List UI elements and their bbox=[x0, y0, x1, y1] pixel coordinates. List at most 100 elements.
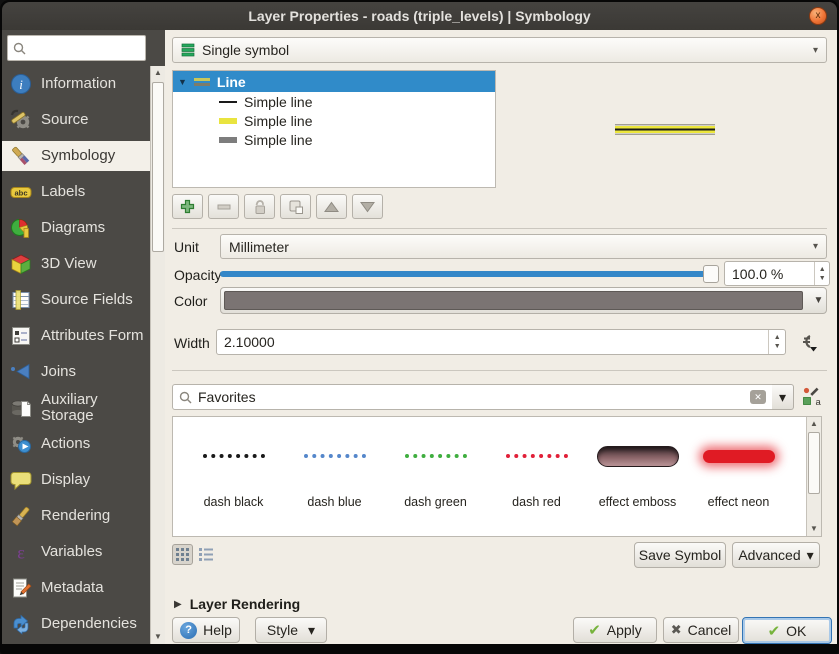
diagrams-icon bbox=[10, 217, 32, 239]
color-label: Color bbox=[174, 293, 207, 309]
help-button[interactable]: ? Help bbox=[172, 617, 240, 643]
sidebar-search-input[interactable] bbox=[30, 41, 135, 56]
sidebar-item-label: Display bbox=[41, 472, 90, 488]
actions-icon bbox=[10, 433, 32, 455]
sidebar-item-symbology[interactable]: Symbology bbox=[2, 141, 150, 171]
list-view-button[interactable] bbox=[195, 544, 216, 565]
scroll-up-icon[interactable]: ▲ bbox=[151, 66, 165, 80]
library-item-label: dash green bbox=[404, 495, 467, 509]
advanced-label: Advanced bbox=[738, 547, 800, 563]
unit-dropdown[interactable]: Millimeter ▾ bbox=[220, 234, 827, 259]
move-up-button[interactable] bbox=[316, 194, 347, 219]
scroll-up-icon[interactable]: ▲ bbox=[807, 417, 821, 431]
layer-rendering-toggle[interactable]: ▶ Layer Rendering bbox=[174, 596, 300, 612]
spin-down-icon[interactable]: ▼ bbox=[819, 275, 826, 282]
up-arrow-icon bbox=[324, 201, 339, 213]
style-manager-button[interactable]: a bbox=[802, 387, 822, 407]
remove-symbol-layer-button[interactable] bbox=[208, 194, 239, 219]
library-scrollbar[interactable]: ▲ ▼ bbox=[806, 417, 821, 536]
sidebar-item-information[interactable]: i Information bbox=[2, 69, 150, 99]
sidebar-item-actions[interactable]: Actions bbox=[2, 429, 150, 459]
library-item-dash-blue[interactable]: dash blue bbox=[284, 417, 385, 536]
sidebar-item-source[interactable]: Source bbox=[2, 105, 150, 135]
style-button[interactable]: Style ▾ bbox=[255, 617, 327, 643]
apply-button[interactable]: ✔ Apply bbox=[573, 617, 657, 643]
duplicate-symbol-layer-button[interactable] bbox=[280, 194, 311, 219]
spin-up-icon[interactable]: ▲ bbox=[774, 334, 781, 341]
add-symbol-layer-button[interactable] bbox=[172, 194, 203, 219]
sidebar-item-metadata[interactable]: Metadata bbox=[2, 573, 150, 603]
symbol-library-search[interactable]: ✕ bbox=[172, 384, 773, 410]
close-button[interactable]: x bbox=[809, 7, 827, 25]
library-item-dash-green[interactable]: dash green bbox=[385, 417, 486, 536]
layer-properties-window: Layer Properties - roads (triple_levels)… bbox=[0, 0, 839, 654]
expand-triangle-icon[interactable]: ▼ bbox=[178, 77, 187, 87]
data-defined-override-button[interactable] bbox=[794, 330, 820, 355]
sidebar-item-source-fields[interactable]: Source Fields bbox=[2, 285, 150, 315]
library-filter-input[interactable] bbox=[198, 389, 744, 405]
sidebar-item-attributes-form[interactable]: Attributes Form bbox=[2, 318, 150, 354]
check-icon: ✔ bbox=[588, 621, 601, 639]
scroll-down-icon[interactable]: ▼ bbox=[151, 630, 165, 644]
tree-item-simple-line-2[interactable]: Simple line bbox=[173, 111, 495, 130]
tree-item-simple-line-3[interactable]: Simple line bbox=[173, 130, 495, 149]
chevron-down-icon[interactable]: ▼ bbox=[811, 295, 826, 306]
spinner-arrows[interactable]: ▲▼ bbox=[768, 330, 785, 354]
titlebar[interactable]: Layer Properties - roads (triple_levels)… bbox=[2, 2, 837, 30]
tree-item-line[interactable]: ▼ Line bbox=[173, 71, 495, 92]
clear-icon[interactable]: ✕ bbox=[750, 390, 766, 404]
width-spinbox[interactable]: ▲▼ bbox=[216, 329, 786, 355]
spin-down-icon[interactable]: ▼ bbox=[774, 343, 781, 350]
3d-view-icon bbox=[10, 253, 32, 275]
sidebar-item-3d-view[interactable]: 3D View bbox=[2, 249, 150, 279]
svg-text:ε: ε bbox=[17, 543, 25, 563]
minus-icon bbox=[217, 204, 231, 210]
library-item-dash-black[interactable]: dash black bbox=[183, 417, 284, 536]
library-item-label: dash red bbox=[512, 495, 561, 509]
library-item-label: dash black bbox=[204, 495, 264, 509]
advanced-button[interactable]: Advanced ▾ bbox=[732, 542, 820, 568]
opacity-slider[interactable] bbox=[220, 271, 714, 277]
sidebar-item-display[interactable]: Display bbox=[2, 465, 150, 495]
cancel-button[interactable]: ✖ Cancel bbox=[663, 617, 739, 643]
opacity-slider-handle[interactable] bbox=[703, 265, 719, 283]
question-icon: ? bbox=[180, 622, 197, 639]
library-filter-dropdown-button[interactable]: ▾ bbox=[772, 384, 794, 410]
symbol-layer-toolbar bbox=[172, 194, 383, 219]
save-symbol-label: Save Symbol bbox=[639, 547, 721, 563]
tree-item-simple-line-1[interactable]: Simple line bbox=[173, 92, 495, 111]
icon-view-button[interactable] bbox=[172, 544, 193, 565]
source-fields-icon bbox=[10, 289, 32, 311]
sidebar-scrollbar[interactable]: ▲ ▼ bbox=[150, 66, 165, 644]
library-item-effect-neon[interactable]: effect neon bbox=[688, 417, 789, 536]
symbol-layer-tree: ▼ Line Simple line Simple line Simple li… bbox=[172, 70, 496, 188]
library-item-label: effect neon bbox=[708, 495, 770, 509]
spin-up-icon[interactable]: ▲ bbox=[819, 266, 826, 273]
sidebar-item-dependencies[interactable]: Dependencies bbox=[2, 609, 150, 639]
ok-button[interactable]: ✔ OK bbox=[742, 617, 832, 644]
sidebar-item-label: Source bbox=[41, 112, 89, 128]
scroll-down-icon[interactable]: ▼ bbox=[807, 522, 821, 536]
library-item-dash-red[interactable]: dash red bbox=[486, 417, 587, 536]
sidebar-item-joins[interactable]: Joins bbox=[2, 357, 150, 387]
sidebar-item-variables[interactable]: ε Variables bbox=[2, 537, 150, 567]
save-symbol-button[interactable]: Save Symbol bbox=[634, 542, 726, 568]
sidebar-item-rendering[interactable]: Rendering bbox=[2, 501, 150, 531]
scrollbar-thumb[interactable] bbox=[808, 432, 820, 494]
library-item-effect-emboss[interactable]: effect emboss bbox=[587, 417, 688, 536]
sidebar-search[interactable] bbox=[7, 35, 146, 61]
move-down-button[interactable] bbox=[352, 194, 383, 219]
spinner-arrows[interactable]: ▲▼ bbox=[814, 262, 829, 285]
renderer-dropdown[interactable]: Single symbol ▾ bbox=[172, 37, 827, 63]
sidebar-item-label: Joins bbox=[41, 364, 76, 380]
sidebar-item-labels[interactable]: abc Labels bbox=[2, 177, 150, 207]
scrollbar-thumb[interactable] bbox=[152, 82, 164, 252]
lock-symbol-layer-button[interactable] bbox=[244, 194, 275, 219]
width-input[interactable] bbox=[217, 334, 768, 350]
opacity-spinbox[interactable]: ▲▼ bbox=[724, 261, 830, 286]
road-symbol-preview bbox=[615, 124, 715, 135]
color-button[interactable]: ▼ bbox=[220, 287, 827, 314]
sidebar-item-diagrams[interactable]: Diagrams bbox=[2, 213, 150, 243]
sidebar-item-auxiliary-storage[interactable]: Auxiliary Storage bbox=[2, 390, 150, 426]
opacity-input[interactable] bbox=[725, 266, 814, 282]
